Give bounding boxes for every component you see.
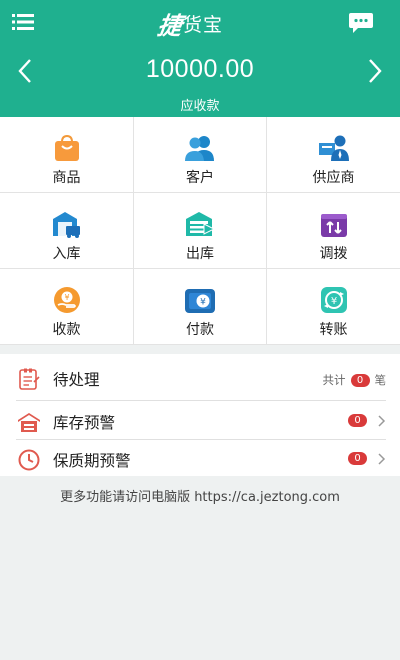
pay-icon: ¥ [185, 289, 215, 313]
function-grid: 商品 客户 供应商 入库 出库 调拨 ¥ 收款 ¥ 付款 ¥ 转账 [0, 117, 400, 345]
expiry-alert-label: 保质期预警 [53, 452, 131, 470]
grid-item-transfer[interactable]: 调拨 [267, 193, 400, 269]
grid-item-suppliers[interactable]: 供应商 [267, 117, 400, 193]
header-bar: 捷 货宝 10000.00 应收款 [0, 0, 400, 117]
warehouse-in-icon [52, 212, 80, 238]
expiry-alert-count-badge: 0 [348, 452, 367, 465]
pending-suffix: 笔 [374, 373, 387, 387]
stock-alert-label: 库存预警 [53, 414, 116, 432]
grid-item-goods[interactable]: 商品 [0, 117, 134, 193]
svg-text:¥: ¥ [200, 298, 206, 308]
grid-item-label: 调拨 [319, 246, 348, 262]
chevron-right-icon[interactable] [364, 56, 386, 86]
supplier-icon [318, 135, 349, 161]
svg-text:¥: ¥ [330, 296, 336, 307]
pending-prefix: 共计 [322, 373, 346, 387]
grid-item-label: 客户 [186, 170, 214, 186]
warehouse-out-icon [186, 212, 216, 236]
stock-alert-row[interactable]: 库存预警 0 [0, 402, 400, 440]
receive-payment-icon: ¥ [53, 287, 80, 313]
row-divider [16, 400, 386, 401]
amount-label: 应收款 [180, 99, 220, 114]
clock-icon [18, 449, 40, 471]
svg-text:¥: ¥ [64, 293, 69, 302]
grid-item-label: 入库 [52, 246, 81, 262]
logo-text: 货宝 [183, 13, 224, 36]
chevron-right-icon [378, 453, 386, 465]
amount-row: 10000.00 [0, 52, 400, 92]
warehouse-alert-icon [18, 413, 40, 432]
pending-label: 待处理 [53, 371, 100, 389]
grid-item-label: 出库 [186, 246, 214, 262]
grid-item-label: 供应商 [312, 170, 355, 186]
grid-item-label: 付款 [186, 322, 214, 338]
receivable-amount: 10000.00 [145, 55, 255, 83]
message-icon[interactable] [348, 12, 374, 34]
pending-tally: 共计 0 笔 [323, 372, 387, 388]
logo-mark: 捷 [155, 10, 184, 40]
grid-item-label: 收款 [52, 322, 81, 338]
shopping-bag-icon [54, 134, 79, 161]
grid-item-label: 商品 [52, 170, 81, 186]
chevron-right-icon [378, 415, 386, 427]
clipboard-icon [19, 368, 40, 390]
pending-count-badge: 0 [350, 373, 370, 387]
grid-item-stock-out[interactable]: 出库 [134, 193, 267, 269]
customers-icon [185, 136, 214, 161]
expiry-alert-row[interactable]: 保质期预警 0 [0, 440, 400, 478]
pending-row[interactable]: 待处理 共计 0 笔 [0, 359, 400, 397]
menu-icon[interactable] [12, 13, 34, 31]
transfer-icon [320, 214, 347, 237]
desktop-version-note: 更多功能请访问电脑版 https://ca.jeztong.com [60, 490, 340, 505]
grid-item-bank-transfer[interactable]: ¥ 转账 [267, 269, 400, 345]
stock-alert-count-badge: 0 [348, 414, 367, 427]
app-logo: 捷 货宝 [155, 6, 224, 40]
bank-transfer-icon: ¥ [320, 287, 347, 313]
status-list: 待处理 共计 0 笔 库存预警 0 保质期预警 0 [0, 354, 400, 476]
grid-item-customers[interactable]: 客户 [134, 117, 267, 193]
grid-item-receive[interactable]: ¥ 收款 [0, 269, 134, 345]
grid-item-label: 转账 [319, 322, 348, 338]
grid-item-stock-in[interactable]: 入库 [0, 193, 134, 269]
grid-item-pay[interactable]: ¥ 付款 [134, 269, 267, 345]
